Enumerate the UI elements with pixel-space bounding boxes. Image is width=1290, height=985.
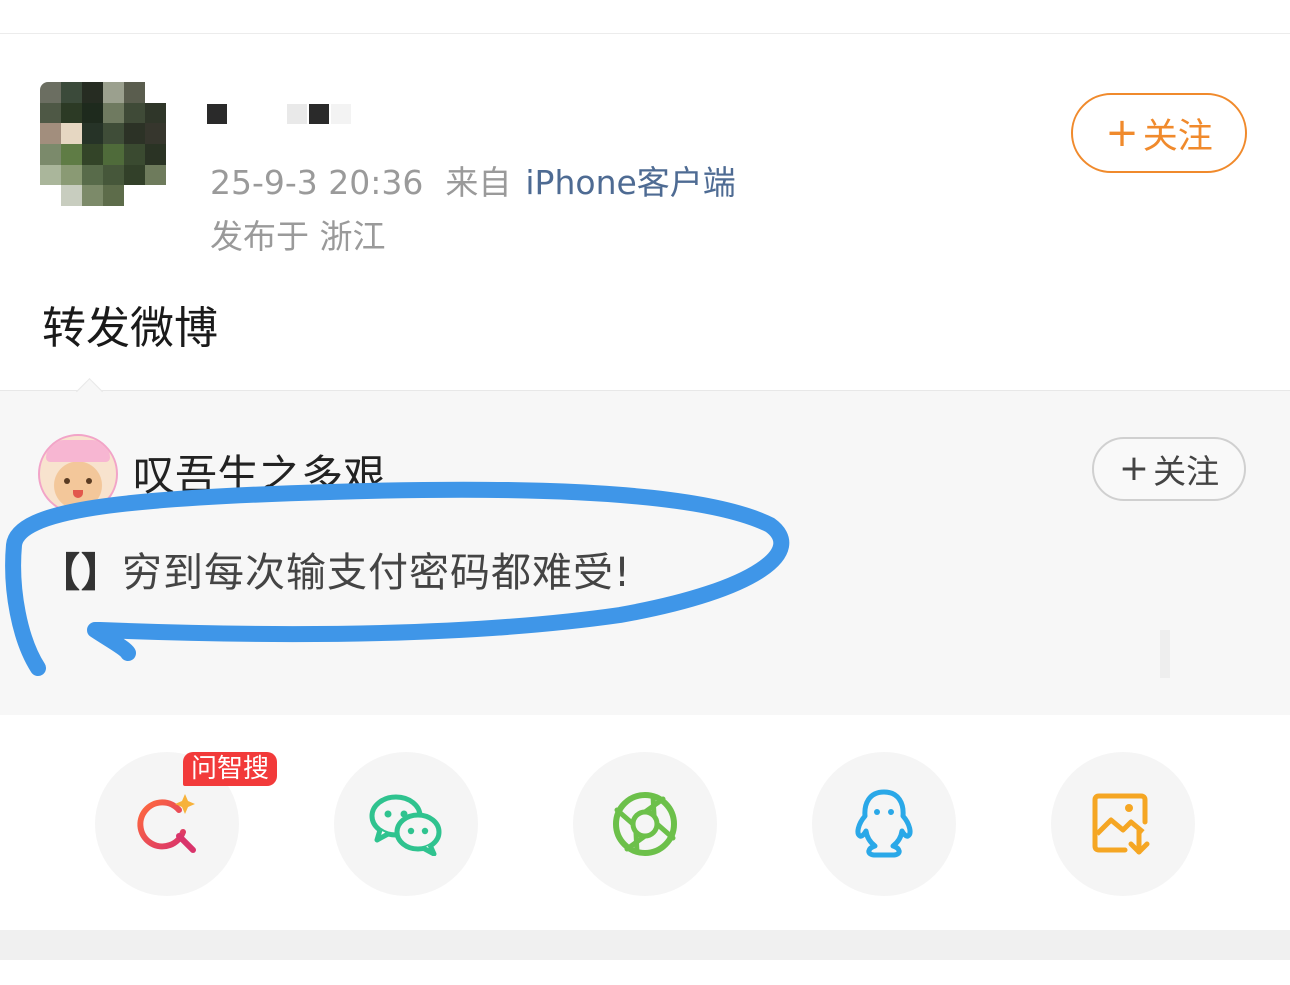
annotation-circle [5, 481, 790, 676]
post-location: 发布于 浙江 [210, 217, 386, 256]
follow-button[interactable]: + 关注 [1071, 93, 1247, 173]
ai-search-badge: 问智搜 [183, 752, 278, 786]
post-source-link[interactable]: iPhone客户端 [525, 163, 735, 202]
save-image-button[interactable] [1051, 752, 1195, 896]
share-moments-button[interactable] [573, 752, 717, 896]
top-divider [0, 33, 1290, 34]
wechat-icon [369, 794, 442, 856]
bottom-divider-band [0, 930, 1290, 960]
follow-button-label: 关注 [1142, 116, 1213, 157]
share-qq-button[interactable] [812, 752, 956, 896]
ai-search-icon [137, 794, 196, 853]
post-meta: 25-9-3 20:36 来自 iPhone客户端 [210, 156, 736, 204]
plus-icon: + [1118, 448, 1150, 489]
share-wechat-button[interactable] [334, 752, 478, 896]
post-text: 转发微博 [42, 303, 218, 354]
author-name-redacted[interactable] [205, 102, 355, 128]
retweet-follow-button[interactable]: + 关注 [1092, 437, 1246, 501]
plus-icon: + [1105, 110, 1139, 156]
save-image-icon [1092, 793, 1150, 855]
author-avatar[interactable] [40, 82, 166, 206]
qq-icon [855, 789, 913, 858]
scroll-indicator [1160, 630, 1170, 678]
post-timestamp: 25-9-3 20:36 [210, 163, 424, 202]
from-label: 来自 [445, 163, 512, 202]
moments-icon [613, 792, 677, 856]
retweet-follow-label: 关注 [1153, 452, 1220, 491]
